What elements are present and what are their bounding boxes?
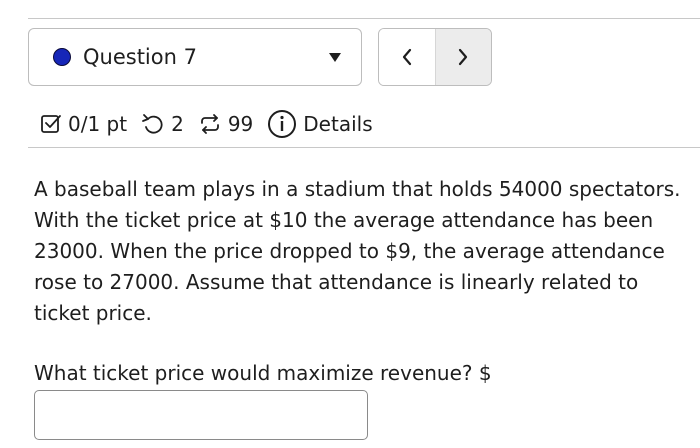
answer-input[interactable] [34,390,368,440]
details-link[interactable]: Details [267,109,373,139]
question-dropdown[interactable]: Question 7 [28,28,362,86]
retries-count: 2 [171,112,184,136]
caret-down-icon [329,52,341,62]
attempts-count: 99 [227,112,254,136]
chevron-left-icon [402,48,411,66]
points-text: 0/1 pt [68,112,128,136]
top-divider [28,18,700,19]
repeat-arrows-icon [200,114,219,134]
chevron-right-icon [459,48,468,66]
question-label: Question 7 [83,45,197,69]
attempts-meta: 99 [198,112,253,136]
status-dot-icon [53,48,71,66]
points-meta: 0/1 pt [40,112,127,136]
question-nav [378,28,492,86]
answer-prompt: What ticket price would maximize revenue… [34,361,492,385]
details-label: Details [303,112,373,136]
checkbox-icon [41,115,61,133]
problem-statement: A baseball team plays in a stadium that … [34,177,681,325]
previous-question-button[interactable] [379,29,435,85]
question-page: Question 7 0/1 pt 2 99 Details A basebal… [0,0,700,448]
question-meta: 0/1 pt 2 99 Details [40,106,387,142]
section-divider [28,147,700,148]
info-circle-icon [268,110,297,138]
undo-arrow-icon [142,114,163,134]
next-question-button[interactable] [434,29,491,85]
retries-meta: 2 [141,112,184,136]
